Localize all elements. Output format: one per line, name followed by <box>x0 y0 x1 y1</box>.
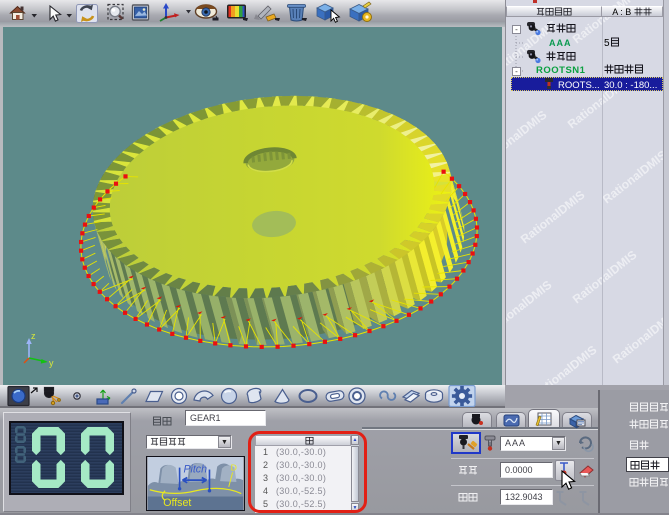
svg-text:z: z <box>31 331 36 341</box>
svg-text:D: D <box>231 462 237 472</box>
svg-text:Pitch: Pitch <box>183 463 207 475</box>
svg-text:y: y <box>49 358 54 368</box>
svg-text:Offset: Offset <box>163 497 191 509</box>
